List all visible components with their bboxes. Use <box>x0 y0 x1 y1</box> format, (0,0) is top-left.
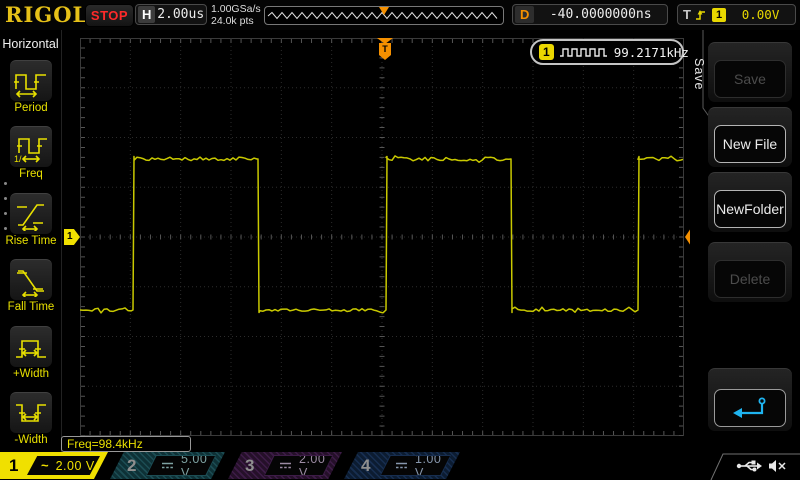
plus-width-icon <box>10 325 52 367</box>
new-file-button[interactable]: New File <box>714 125 786 163</box>
menu-item-label: Freq <box>19 168 43 181</box>
delete-button[interactable]: Delete <box>714 260 786 298</box>
menu-item-label: -Width <box>14 433 48 446</box>
channel-scale: 2.00 V <box>55 458 95 473</box>
usb-icon <box>736 459 762 473</box>
softkey-tab: NewFolder <box>708 172 792 232</box>
menu-item-label: Period <box>14 102 48 114</box>
softkey-tab: Delete <box>708 242 792 302</box>
delay-value: -40.0000000ns <box>549 7 652 22</box>
trigger-level-value: 0.00V <box>741 7 780 22</box>
menu-item-width[interactable]: -Width <box>0 391 62 458</box>
svg-text:1/: 1/ <box>14 154 22 164</box>
channel-number: 3 <box>245 456 255 475</box>
channel-scale: 2.00 V <box>299 451 326 480</box>
return-arrow-icon <box>733 397 766 418</box>
channel-value-box: 1.00 V <box>380 455 451 476</box>
hardware-freq-readout: Freq=98.4kHz <box>61 436 191 452</box>
channel1-offset-marker[interactable]: 1 <box>64 229 80 245</box>
counter-channel-badge: 1 <box>539 44 554 60</box>
trigger-status-box[interactable]: T 1 0.00V <box>677 4 796 25</box>
delay-label: D <box>515 6 535 23</box>
return-button-tab <box>708 368 792 431</box>
menu-item-label: +Width <box>12 367 50 380</box>
memory-depth: 24.0k pts <box>211 15 254 27</box>
run-state-indicator[interactable]: STOP <box>85 4 134 27</box>
save-menu-panel: Save Save New File NewFolder Delete <box>690 30 800 455</box>
rise-time-icon <box>10 192 52 234</box>
acquisition-info: 1.00GSa/s 24.0k pts <box>211 3 261 27</box>
trigger-edge-icon <box>695 8 707 22</box>
channel1-waveform <box>80 155 684 314</box>
menu-scroll-dots <box>4 182 7 242</box>
minus-width-icon <box>10 391 52 433</box>
channel-2-indicator[interactable]: 2 5.00 V <box>110 452 225 479</box>
menu-item-label: Rise Time <box>5 234 57 247</box>
graticule <box>80 38 684 436</box>
channel-value-box: ~2.00 V <box>26 455 101 476</box>
freq-icon: 1/ <box>10 126 52 168</box>
trigger-position-marker[interactable]: T <box>377 38 393 61</box>
channel-3-indicator[interactable]: 3 2.00 V <box>228 452 342 479</box>
timebase-value: 2.00us <box>157 7 205 22</box>
save-button[interactable]: Save <box>714 60 786 98</box>
menu-tab-label: Save <box>692 58 706 91</box>
menu-back-button[interactable] <box>714 389 786 427</box>
oscilloscope-screen: RIGOL STOP H 2.00us 1.00GSa/s 24.0k pts … <box>0 0 800 480</box>
channel-scale: 1.00 V <box>415 451 442 480</box>
menu-item-label: Fall Time <box>7 301 55 314</box>
menu-item-rise-time[interactable]: Rise Time <box>0 192 62 259</box>
newfolder-button[interactable]: NewFolder <box>714 190 786 228</box>
period-icon <box>10 60 52 101</box>
left-menu-title: Horizontal <box>2 37 59 51</box>
channel-4-indicator[interactable]: 4 1.00 V <box>344 452 460 479</box>
horizontal-timebase-box[interactable]: H 2.00us <box>135 4 207 25</box>
channel-value-box: 5.00 V <box>146 455 216 476</box>
trigger-source-badge: 1 <box>711 7 727 22</box>
channel-1-indicator[interactable]: 1 ~2.00 V <box>0 452 108 479</box>
ground-coupling-icon <box>395 461 408 470</box>
speaker-muted-icon[interactable] <box>768 459 786 473</box>
channel-number: 2 <box>127 456 137 475</box>
trigger-delay-box[interactable]: D -40.0000000ns <box>512 4 668 25</box>
ground-coupling-icon <box>161 461 174 470</box>
fall-time-icon <box>10 259 52 301</box>
channel-status-bar: 1 ~2.00 V 2 5.00 V 3 2.00 V 4 1.00 V <box>0 452 800 480</box>
channel-scale: 5.00 V <box>181 451 208 480</box>
channel-number: 1 <box>9 456 19 475</box>
ac-coupling-icon: ~ <box>41 457 49 473</box>
horizontal-label: H <box>138 6 156 23</box>
softkey-tab: Save <box>708 42 792 102</box>
waveform-preview-bar[interactable] <box>264 6 504 25</box>
counter-value: 99.2171kHz <box>613 44 689 60</box>
waveform-display-area: T 1 99.2171kHz 1 T Freq=98.4kHz <box>61 30 700 455</box>
channel-value-box: 2.00 V <box>264 455 333 476</box>
pulse-train-icon <box>559 46 609 58</box>
rigol-logo: RIGOL <box>5 2 89 27</box>
menu-item-period[interactable]: Period <box>0 60 62 126</box>
channel-number: 4 <box>361 456 371 475</box>
softkey-tab: New File <box>708 107 792 167</box>
system-status-icons <box>710 452 800 480</box>
trigger-label: T <box>683 7 691 22</box>
sample-rate: 1.00GSa/s <box>211 3 261 15</box>
menu-item-width[interactable]: +Width <box>0 325 62 392</box>
top-status-bar: RIGOL STOP H 2.00us 1.00GSa/s 24.0k pts … <box>0 0 800 30</box>
frequency-counter: 1 99.2171kHz <box>530 39 689 65</box>
menu-item-freq[interactable]: 1/ Freq <box>0 126 62 192</box>
menu-item-fall-time[interactable]: Fall Time <box>0 259 62 325</box>
ground-coupling-icon <box>279 461 292 470</box>
horizontal-measure-menu: Horizontal Period 1/ Freq Rise Time Fall … <box>0 30 62 455</box>
